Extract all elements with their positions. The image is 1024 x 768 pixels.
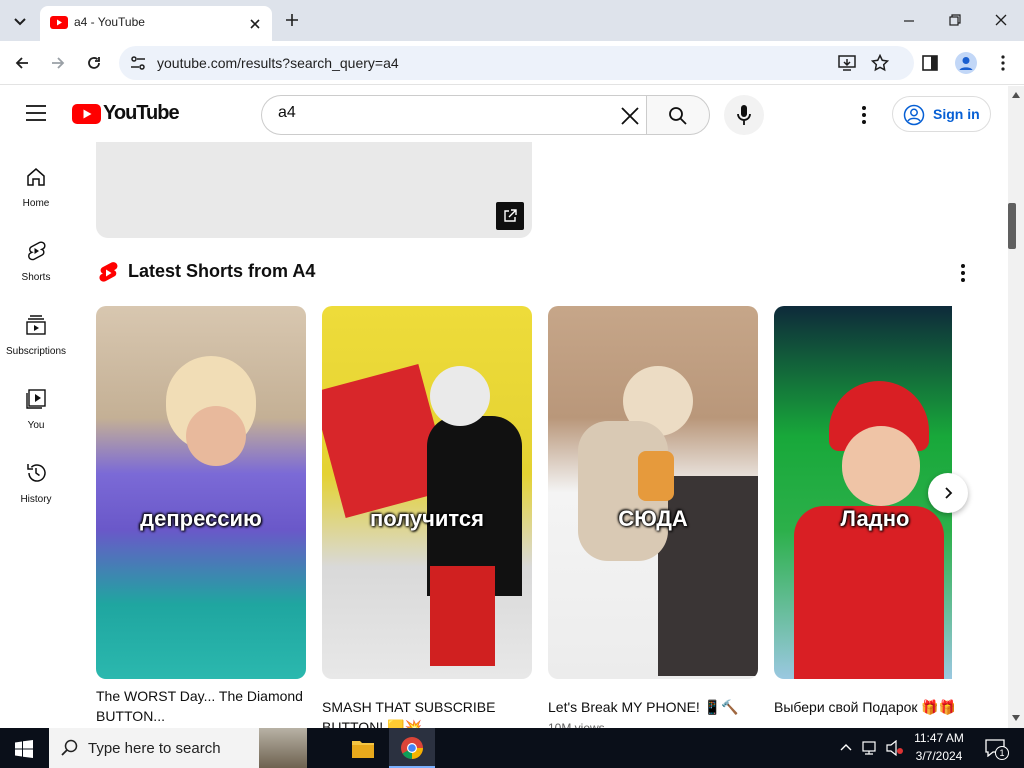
open-external-button[interactable] xyxy=(496,202,524,230)
search-icon xyxy=(669,107,687,125)
youtube-logo[interactable]: YouTube xyxy=(72,102,180,125)
you-icon xyxy=(26,389,46,409)
shelf-more-icon[interactable] xyxy=(953,263,973,283)
settings-more-icon[interactable] xyxy=(854,105,874,125)
short-title[interactable]: Выбери свой Подарок 🎁🎁 xyxy=(774,697,954,717)
network-icon[interactable] xyxy=(862,740,880,756)
taskbar-search-placeholder: Type here to search xyxy=(88,740,221,757)
microphone-icon xyxy=(737,105,751,125)
tab-title: a4 - YouTube xyxy=(74,15,145,29)
search-highlight-image xyxy=(259,728,307,768)
youtube-logo-text: YouTube xyxy=(103,102,180,124)
windows-start-icon[interactable] xyxy=(15,740,33,758)
volume-muted-icon[interactable] xyxy=(886,740,904,756)
search-button[interactable] xyxy=(646,95,710,135)
guide-item-home[interactable]: Home xyxy=(0,166,72,240)
notification-count: 1 xyxy=(995,746,1009,760)
search-input[interactable]: a4 xyxy=(261,95,647,135)
open-external-icon xyxy=(504,209,517,222)
thumb-pink-jar xyxy=(638,451,674,501)
forward-icon[interactable] xyxy=(49,54,67,72)
browser-menu-icon[interactable] xyxy=(994,54,1012,72)
home-icon xyxy=(27,168,45,186)
sign-in-label: Sign in xyxy=(933,106,980,122)
taskbar-date[interactable]: 3/7/2024 xyxy=(904,749,974,763)
thumb-person-head xyxy=(430,366,490,426)
page-scrollbar[interactable] xyxy=(1008,86,1024,728)
chevron-right-icon xyxy=(945,487,953,499)
minimize-icon[interactable] xyxy=(902,14,916,28)
taskbar-search-box[interactable]: Type here to search xyxy=(49,728,307,768)
hamburger-menu-icon[interactable] xyxy=(26,105,46,121)
scroll-up-arrow-icon[interactable] xyxy=(1012,92,1020,98)
profile-avatar-icon[interactable] xyxy=(955,52,977,74)
browser-tab-strip: a4 - YouTube xyxy=(0,0,1024,41)
reload-icon[interactable] xyxy=(85,54,103,72)
youtube-favicon-icon xyxy=(50,16,68,29)
tray-overflow-chevron-icon[interactable] xyxy=(840,742,852,752)
notification-center-button[interactable]: 1 xyxy=(980,728,1024,768)
sign-in-button[interactable]: Sign in xyxy=(892,96,991,132)
clear-search-icon[interactable] xyxy=(620,106,640,126)
folder-icon xyxy=(352,741,374,758)
site-info-icon[interactable] xyxy=(129,55,147,71)
account-icon xyxy=(903,104,925,126)
bookmark-star-icon[interactable] xyxy=(871,54,889,72)
guide-item-you[interactable]: You xyxy=(0,388,72,462)
shorts-icon xyxy=(28,241,46,261)
youtube-play-logo-icon xyxy=(72,104,101,124)
tab-search-button[interactable] xyxy=(8,9,32,33)
guide-label-history: History xyxy=(20,494,52,505)
history-icon xyxy=(27,464,46,482)
youtube-masthead: YouTube a4 Sign in xyxy=(0,86,1008,142)
guide-item-subscriptions[interactable]: Subscriptions xyxy=(0,314,72,388)
side-panel-icon[interactable] xyxy=(921,54,939,72)
search-icon xyxy=(61,739,78,756)
guide-label-you: You xyxy=(27,420,45,431)
browser-toolbar: youtube.com/results?search_query=a4 xyxy=(0,41,1024,85)
chrome-icon xyxy=(401,737,423,759)
close-window-icon[interactable] xyxy=(994,13,1008,27)
new-tab-icon[interactable] xyxy=(284,12,300,28)
subscriptions-icon xyxy=(26,315,46,335)
shorts-logo-icon xyxy=(99,262,118,282)
thumb-red-shorts xyxy=(430,566,495,666)
short-title[interactable]: The WORST Day... The Diamond BUTTON... xyxy=(96,686,306,726)
taskbar-time[interactable]: 11:47 AM xyxy=(904,731,974,745)
search-input-value: a4 xyxy=(278,104,296,121)
scrollbar-thumb[interactable] xyxy=(1008,203,1016,249)
taskbar-app-chrome[interactable] xyxy=(389,728,435,768)
windows-taskbar: Type here to search 11:47 AM 3/7/2024 1 xyxy=(0,728,1024,768)
chevron-down-icon xyxy=(14,18,26,26)
short-thumbnail[interactable]: СЮДА xyxy=(548,306,758,679)
short-overlay-text: СЮДА xyxy=(618,506,688,531)
browser-tab-active[interactable]: a4 - YouTube xyxy=(40,6,272,41)
taskbar-app-file-explorer[interactable] xyxy=(340,728,386,768)
voice-search-button[interactable] xyxy=(724,95,764,135)
restore-icon[interactable] xyxy=(948,13,962,27)
ad-media-placeholder[interactable] xyxy=(96,142,532,238)
install-app-icon[interactable] xyxy=(838,54,856,72)
guide-label-subscriptions: Subscriptions xyxy=(5,346,67,357)
scroll-down-arrow-icon[interactable] xyxy=(1012,715,1020,721)
guide-item-history[interactable]: History xyxy=(0,462,72,536)
short-thumbnail[interactable]: получится xyxy=(322,306,532,679)
shelf-next-button[interactable] xyxy=(928,473,968,513)
guide-label-shorts: Shorts xyxy=(21,272,51,283)
close-tab-icon[interactable] xyxy=(248,17,262,31)
short-title[interactable]: Let's Break MY PHONE! 📱🔨 xyxy=(548,697,758,717)
short-overlay-text: Ладно xyxy=(840,506,910,531)
back-icon[interactable] xyxy=(13,54,31,72)
thumb-person-face xyxy=(186,406,246,466)
guide-label-home: Home xyxy=(22,198,50,209)
short-thumbnail[interactable]: Ладно xyxy=(774,306,952,679)
shelf-title: Latest Shorts from A4 xyxy=(128,261,316,281)
address-bar[interactable]: youtube.com/results?search_query=a4 xyxy=(119,46,914,80)
url-text: youtube.com/results?search_query=a4 xyxy=(157,55,399,71)
short-overlay-text: получится xyxy=(370,506,484,531)
short-thumbnail[interactable]: депрессию xyxy=(96,306,306,679)
short-overlay-text: депрессию xyxy=(140,506,262,531)
thumb-person-face xyxy=(842,426,920,506)
guide-item-shorts[interactable]: Shorts xyxy=(0,240,72,314)
